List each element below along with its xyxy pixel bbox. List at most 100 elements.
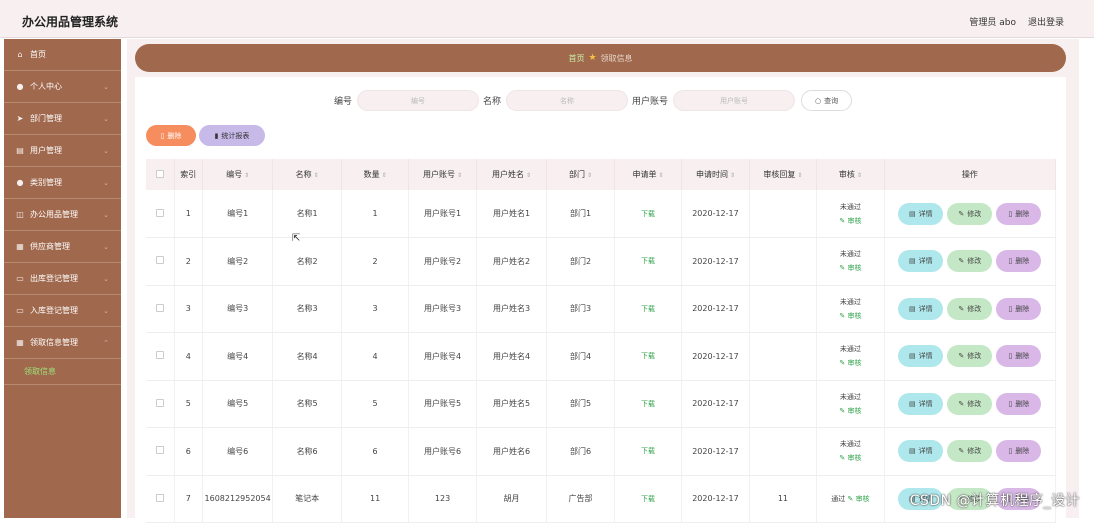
table-cell: 1608212952054 xyxy=(202,475,273,523)
review-status-cell: 通过 ✎ 审核 xyxy=(817,475,884,523)
row-checkbox[interactable] xyxy=(156,351,164,359)
edit-button[interactable]: ✎修改 xyxy=(947,203,992,225)
search-input-id[interactable]: 编号 xyxy=(357,90,479,111)
cell-value: 用户姓名2 xyxy=(493,257,530,266)
select-all-checkbox[interactable] xyxy=(156,170,164,178)
table-cell[interactable]: 下载 xyxy=(614,190,681,238)
column-header[interactable]: 审核回复⇕ xyxy=(749,159,816,190)
row-checkbox[interactable] xyxy=(156,304,164,312)
column-header[interactable]: 索引 xyxy=(174,159,202,190)
review-status: 未通过✎ 审核 xyxy=(817,342,883,370)
column-header[interactable]: 审核⇕ xyxy=(817,159,884,190)
download-link[interactable]: 下载 xyxy=(641,305,655,313)
sidebar-item[interactable]: ▦领取信息管理⌃ xyxy=(4,327,121,359)
review-link[interactable]: ✎ 审核 xyxy=(839,407,861,415)
delete-button[interactable]: ▯删除 xyxy=(996,203,1041,225)
sidebar-item[interactable]: ➤部门管理⌄ xyxy=(4,103,121,135)
sort-icon[interactable]: ⇕ xyxy=(457,172,462,179)
sort-icon[interactable]: ⇕ xyxy=(797,172,802,179)
sidebar-item[interactable]: ⌂首页 xyxy=(4,39,121,71)
query-button[interactable]: ○ 查询 xyxy=(801,90,852,111)
sort-icon[interactable]: ⇕ xyxy=(658,172,663,179)
edit-button[interactable]: ✎修改 xyxy=(947,250,992,272)
column-header[interactable]: 用户姓名⇕ xyxy=(476,159,547,190)
sidebar-item[interactable]: ▭出库登记管理⌄ xyxy=(4,263,121,295)
sort-icon[interactable]: ⇕ xyxy=(730,172,735,179)
row-checkbox[interactable] xyxy=(156,399,164,407)
sidebar-item[interactable]: ●类别管理⌄ xyxy=(4,167,121,199)
sidebar-item[interactable]: ◫办公用品管理⌄ xyxy=(4,199,121,231)
sort-icon[interactable]: ⇕ xyxy=(587,172,592,179)
column-header-label: 审核回复 xyxy=(763,170,795,179)
chevron-icon: ⌄ xyxy=(103,275,109,283)
column-header[interactable]: 部门⇕ xyxy=(547,159,614,190)
download-link[interactable]: 下载 xyxy=(641,400,655,408)
row-checkbox[interactable] xyxy=(156,256,164,264)
column-header[interactable]: 申请时间⇕ xyxy=(682,159,749,190)
review-link[interactable]: ✎ 审核 xyxy=(839,264,861,272)
row-checkbox[interactable] xyxy=(156,209,164,217)
cell-value: 2020-12-17 xyxy=(692,209,739,218)
download-link[interactable]: 下载 xyxy=(641,257,655,265)
column-header[interactable]: 编号⇕ xyxy=(202,159,273,190)
column-header[interactable]: 名称⇕ xyxy=(273,159,341,190)
sidebar-item[interactable]: ▦供应商管理⌄ xyxy=(4,231,121,263)
review-link[interactable]: ✎ 审核 xyxy=(839,312,861,320)
delete-button[interactable]: ▯删除 xyxy=(996,250,1041,272)
table-cell[interactable]: 下载 xyxy=(614,428,681,476)
delete-button[interactable]: ▯删除 xyxy=(996,345,1041,367)
stats-report-button[interactable]: ▮ 统计报表 xyxy=(199,125,265,146)
sidebar-subitem-receive-info[interactable]: 领取信息 xyxy=(4,359,121,385)
table-cell[interactable]: 下载 xyxy=(614,475,681,523)
download-link[interactable]: 下载 xyxy=(641,210,655,218)
delete-button[interactable]: ▯删除 xyxy=(996,298,1041,320)
delete-button[interactable]: ▯删除 xyxy=(996,440,1041,462)
review-link[interactable]: ✎ 审核 xyxy=(839,359,861,367)
chevron-icon: ⌄ xyxy=(103,179,109,187)
download-link[interactable]: 下载 xyxy=(641,495,655,503)
edit-button[interactable]: ✎修改 xyxy=(947,298,992,320)
sidebar-item[interactable]: ▭入库登记管理⌄ xyxy=(4,295,121,327)
batch-delete-button[interactable]: ▯ 删除 xyxy=(146,125,196,146)
column-header[interactable]: 数量⇕ xyxy=(341,159,408,190)
table-cell[interactable]: 下载 xyxy=(614,238,681,286)
logout-link[interactable]: 退出登录 xyxy=(1028,15,1064,28)
breadcrumb-home[interactable]: 首页 xyxy=(568,53,584,64)
sort-icon[interactable]: ⇕ xyxy=(382,172,387,179)
operations-cell: ▤详情✎修改▯删除 xyxy=(884,380,1055,428)
chevron-icon: ⌃ xyxy=(103,339,109,347)
detail-button[interactable]: ▤详情 xyxy=(898,440,943,462)
sort-icon[interactable]: ⇕ xyxy=(244,172,249,179)
sidebar-item[interactable]: ▤用户管理⌄ xyxy=(4,135,121,167)
detail-button[interactable]: ▤详情 xyxy=(898,393,943,415)
search-input-name[interactable]: 名称 xyxy=(506,90,628,111)
search-input-account[interactable]: 用户账号 xyxy=(673,90,795,111)
row-checkbox[interactable] xyxy=(156,446,164,454)
detail-button[interactable]: ▤详情 xyxy=(898,298,943,320)
edit-button[interactable]: ✎修改 xyxy=(947,440,992,462)
review-link[interactable]: ✎ 审核 xyxy=(839,454,861,462)
sort-icon[interactable]: ⇕ xyxy=(857,172,862,179)
table-cell[interactable]: 下载 xyxy=(614,380,681,428)
sort-icon[interactable]: ⇕ xyxy=(314,172,319,179)
detail-button[interactable]: ▤详情 xyxy=(898,250,943,272)
sidebar-item[interactable]: ●个人中心⌄ xyxy=(4,71,121,103)
review-link[interactable]: ✎ 审核 xyxy=(839,217,861,225)
table-cell[interactable]: 下载 xyxy=(614,285,681,333)
column-header[interactable]: 申请单⇕ xyxy=(614,159,681,190)
table-cell[interactable]: 下载 xyxy=(614,333,681,381)
sort-icon[interactable]: ⇕ xyxy=(526,172,531,179)
detail-button[interactable]: ▤详情 xyxy=(898,203,943,225)
detail-button[interactable]: ▤详情 xyxy=(898,345,943,367)
edit-button[interactable]: ✎修改 xyxy=(947,345,992,367)
edit-button[interactable]: ✎修改 xyxy=(947,393,992,415)
review-link[interactable]: ✎ 审核 xyxy=(847,495,869,503)
table-cell: 1 xyxy=(341,190,408,238)
delete-button[interactable]: ▯删除 xyxy=(996,393,1041,415)
row-checkbox[interactable] xyxy=(156,494,164,502)
download-link[interactable]: 下载 xyxy=(641,352,655,360)
table-row: 1编号1名称11用户账号1用户姓名1部门1下载2020-12-17未通过✎ 审核… xyxy=(146,190,1056,238)
column-header[interactable]: 用户账号⇕ xyxy=(409,159,476,190)
download-link[interactable]: 下载 xyxy=(641,447,655,455)
sidebar-item-icon: ⌂ xyxy=(16,50,24,59)
